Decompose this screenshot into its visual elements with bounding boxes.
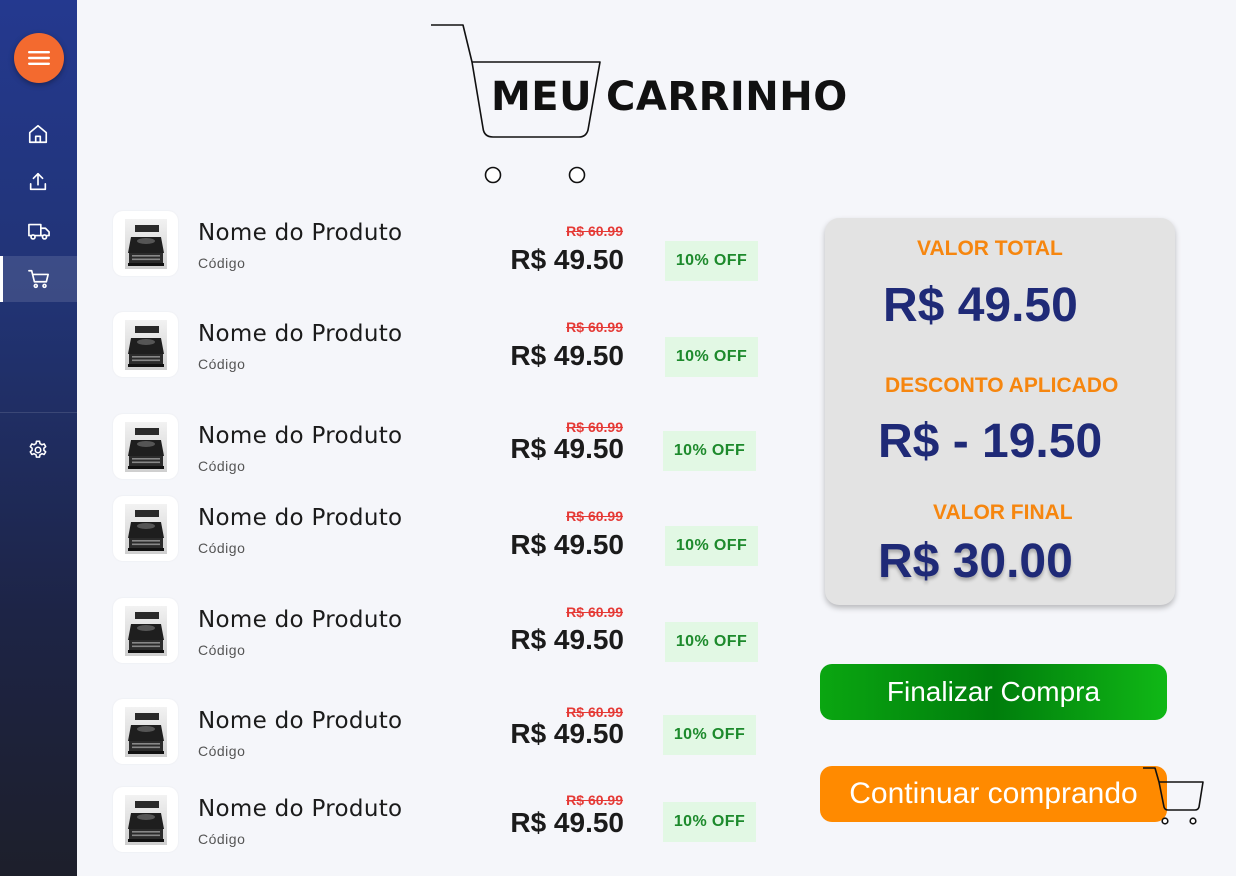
product-row[interactable]: Nome do Produto Código R$ 60.99 R$ 49.50… [113,699,763,765]
product-price: R$ 49.50 [510,529,624,560]
product-row[interactable]: Nome do Produto Código R$ 60.99 R$ 49.50… [113,598,763,664]
discount-value: R$ - 19.50 [878,415,1103,468]
product-name[interactable]: Nome do Produto [198,708,402,734]
product-name[interactable]: Nome do Produto [198,321,402,347]
typewriter-image [124,794,167,845]
final-label: VALOR FINAL [933,501,1073,524]
discount-badge: 10% OFF [665,337,758,377]
product-price: R$ 49.50 [510,340,624,371]
typewriter-image [124,421,167,472]
product-row[interactable]: Nome do Produto Código R$ 60.99 R$ 49.50… [113,312,763,378]
upload-icon [29,172,47,191]
product-name[interactable]: Nome do Produto [198,423,402,449]
discount-badge: 10% OFF [665,526,758,566]
product-row[interactable]: Nome do Produto Código R$ 60.99 R$ 49.50… [113,787,763,853]
typewriter-image [124,218,167,269]
product-row[interactable]: Nome do Produto Código R$ 60.99 R$ 49.50… [113,496,763,566]
product-old-price: R$ 60.99 [566,792,623,808]
discount-badge: 10% OFF [663,715,756,755]
product-name[interactable]: Nome do Produto [198,607,402,633]
sidebar-item-upload[interactable] [0,159,77,205]
product-image[interactable] [113,496,178,561]
product-image[interactable] [113,414,178,479]
discount-badge: 10% OFF [665,622,758,662]
product-code: Código [198,540,246,556]
discount-badge: 10% OFF [665,241,758,281]
product-image[interactable] [113,699,178,764]
product-price: R$ 49.50 [510,807,624,838]
discount-badge: 10% OFF [663,431,756,471]
hamburger-icon [28,51,50,65]
product-price: R$ 49.50 [510,718,624,749]
cart-icon [28,269,49,289]
gear-icon [29,440,47,458]
product-price: R$ 49.50 [510,433,624,464]
page-title-part1: MEU [491,74,593,120]
product-image[interactable] [113,787,178,852]
sidebar-item-home[interactable] [0,111,77,157]
truck-icon [28,223,50,240]
product-code: Código [198,642,246,658]
product-image[interactable] [113,211,178,276]
cart-icon [1143,767,1204,825]
continue-shopping-button[interactable]: Continuar comprando [820,766,1167,822]
product-name[interactable]: Nome do Produto [198,220,402,246]
product-code: Código [198,831,246,847]
product-code: Código [198,356,246,372]
sidebar-item-settings[interactable] [0,427,77,473]
sidebar-item-delivery[interactable] [0,208,77,254]
typewriter-image [124,605,167,656]
product-price: R$ 49.50 [510,624,624,655]
finish-purchase-button[interactable]: Finalizar Compra [820,664,1167,720]
order-summary-card: VALOR TOTAL R$ 49.50 DESCONTO APLICADO R… [825,218,1175,605]
total-value: R$ 49.50 [883,279,1078,332]
final-value: R$ 30.00 [878,535,1073,588]
typewriter-image [124,503,167,554]
product-name[interactable]: Nome do Produto [198,796,402,822]
sidebar [0,0,77,876]
total-label: VALOR TOTAL [917,237,1063,260]
discount-badge: 10% OFF [663,802,756,842]
product-old-price: R$ 60.99 [566,223,623,239]
product-old-price: R$ 60.99 [566,604,623,620]
sidebar-divider [0,412,77,413]
product-name[interactable]: Nome do Produto [198,505,402,531]
discount-label: DESCONTO APLICADO [885,374,1119,397]
page-title-part2: CARRINHO [606,74,848,120]
product-code: Código [198,255,246,271]
product-code: Código [198,458,246,474]
menu-button[interactable] [14,33,64,83]
product-price: R$ 49.50 [510,244,624,275]
product-old-price: R$ 60.99 [566,508,623,524]
product-row[interactable]: Nome do Produto Código R$ 60.99 R$ 49.50… [113,414,763,480]
sidebar-item-cart[interactable] [0,256,77,302]
product-image[interactable] [113,312,178,377]
product-code: Código [198,743,246,759]
product-image[interactable] [113,598,178,663]
product-old-price: R$ 60.99 [566,319,623,335]
product-row[interactable]: Nome do Produto Código R$ 60.99 R$ 49.50… [113,211,763,281]
typewriter-image [124,706,167,757]
typewriter-image [124,319,167,370]
home-icon [28,124,48,144]
